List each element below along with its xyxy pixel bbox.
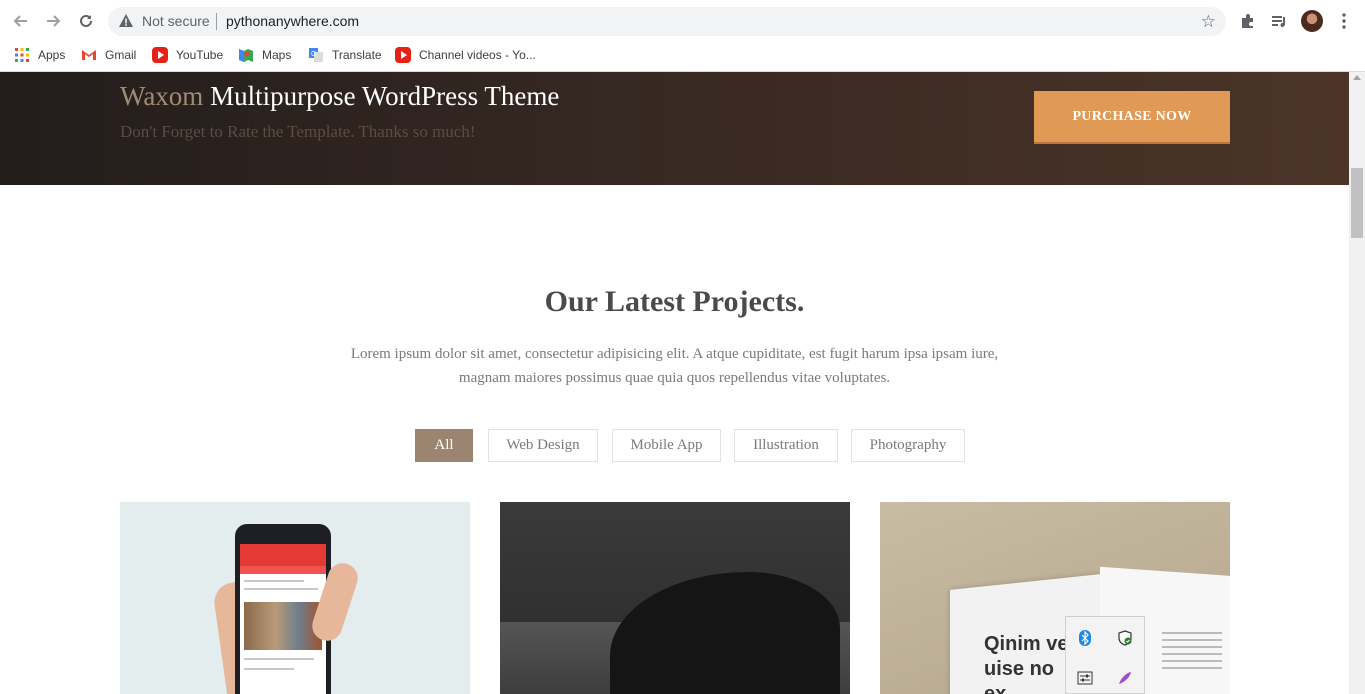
filter-all[interactable]: All [415,429,473,462]
hero-brand: Waxom [120,81,204,111]
section-title: Our Latest Projects. [544,285,805,318]
bookmark-label: Apps [38,48,66,62]
project-card-illustration[interactable]: Qinim ve uise no ex [880,502,1230,694]
bookmark-label: Channel videos - Yo... [419,48,536,62]
extensions-puzzle-icon[interactable] [1236,9,1260,33]
project-filters: All Web Design Mobile App Illustration P… [0,429,1349,463]
bookmark-translate[interactable]: G Translate [308,45,382,65]
book-headline: Qinim ve uise no ex [984,632,1068,694]
youtube-icon [395,47,411,63]
book-body-lines [1162,632,1222,674]
security-shield-icon[interactable] [1116,629,1134,647]
translate-icon: G [308,47,324,63]
purchase-now-button[interactable]: PURCHASE NOW [1034,91,1230,144]
reload-icon[interactable] [74,9,98,33]
bookmark-apps[interactable]: Apps [14,45,65,65]
browser-toolbar: Not secure pythonanywhere.com ☆ [0,0,1365,42]
bookmark-maps[interactable]: Maps [238,45,291,65]
phone-photo [244,602,322,650]
filter-illustration[interactable]: Illustration [734,429,838,462]
project-card-photography[interactable] [500,502,850,694]
bluetooth-icon[interactable] [1076,629,1094,647]
filter-web-design[interactable]: Web Design [488,429,598,462]
hero-title-text: Multipurpose WordPress Theme [203,81,560,111]
divider [216,13,217,30]
page-scrollbar[interactable] [1349,72,1365,694]
gmail-icon [81,47,97,63]
scroll-up-arrow-icon[interactable] [1353,75,1361,80]
svg-text:G: G [311,51,316,58]
phone-app-bar [240,544,326,566]
youtube-icon [152,47,168,63]
filter-photography[interactable]: Photography [851,429,965,462]
hero-banner: Waxom Multipurpose WordPress Theme Don't… [0,72,1349,185]
warning-icon[interactable] [118,13,134,29]
menu-kebab-icon[interactable] [1332,9,1356,33]
phone-tab-bar [240,566,326,574]
media-queue-icon[interactable] [1267,9,1291,33]
bookmark-gmail[interactable]: Gmail [81,45,136,65]
system-tray-popup [1065,616,1145,694]
bookmark-label: Gmail [105,48,137,62]
bookmark-star-icon[interactable]: ☆ [1201,12,1216,32]
book-headline-text: Qinim ve uise no ex [984,633,1069,694]
apps-grid-icon [14,47,30,63]
feather-icon[interactable] [1116,669,1134,687]
phone-text-line [244,658,314,660]
back-icon[interactable] [9,9,33,33]
phone-text-line [244,580,304,582]
project-card-mobile[interactable] [120,502,470,694]
settings-sliders-icon[interactable] [1076,669,1094,687]
bookmark-youtube[interactable]: YouTube [152,45,223,65]
filter-mobile-app[interactable]: Mobile App [612,429,721,462]
maps-icon [238,47,254,63]
bookmark-channel-videos[interactable]: Channel videos - Yo... [395,45,536,65]
bookmarks-bar: Apps Gmail YouTube Maps G Translate Chan… [0,42,1365,72]
bookmark-label: Translate [332,48,382,62]
page-viewport: Waxom Multipurpose WordPress Theme Don't… [0,72,1349,694]
security-label[interactable]: Not secure [142,13,210,29]
hero-title: Waxom Multipurpose WordPress Theme [120,81,559,112]
bookmark-label: YouTube [176,48,224,62]
phone-text-line [244,588,318,590]
url-text[interactable]: pythonanywhere.com [226,13,359,29]
address-bar[interactable]: Not secure pythonanywhere.com ☆ [108,7,1226,36]
rock-image [610,572,840,694]
phone-text-line [244,668,294,670]
scrollbar-thumb[interactable] [1351,168,1363,238]
section-description: Lorem ipsum dolor sit amet, consectetur … [350,346,999,386]
profile-avatar[interactable] [1301,10,1323,32]
forward-icon[interactable] [41,9,65,33]
bookmark-label: Maps [262,48,292,62]
hero-subtitle: Don't Forget to Rate the Template. Thank… [120,122,476,141]
